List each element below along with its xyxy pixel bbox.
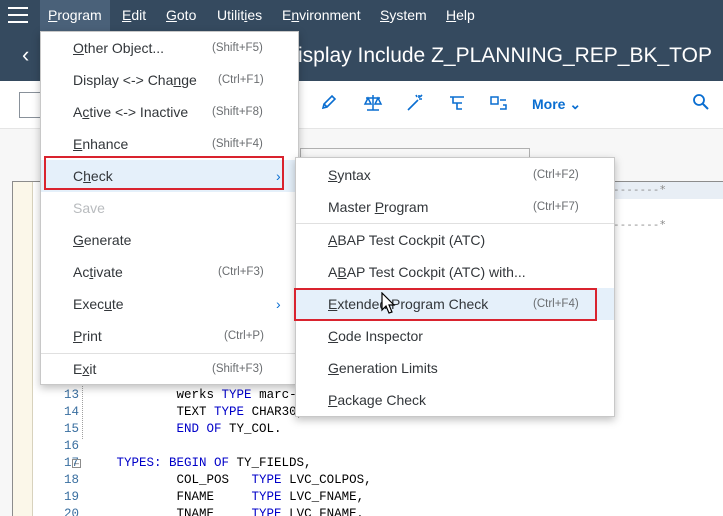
comment-dashes: -------*: [613, 218, 666, 231]
code-line: 19 FNAME TYPE LVC_FNAME,: [63, 490, 365, 504]
menu-item-save: Save: [73, 200, 105, 216]
search-icon[interactable]: [692, 93, 712, 113]
menu-item-atc[interactable]: ABAP Test Cockpit (ATC): [296, 224, 614, 256]
check-submenu: Syntax (Ctrl+F2) Master Program (Ctrl+F7…: [295, 157, 615, 417]
code-line: 16: [63, 439, 79, 453]
code-line: 14 TEXT TYPE CHAR30,: [63, 405, 305, 419]
code-line: 18 COL_POS TYPE LVC_COLPOS,: [63, 473, 372, 487]
menu-bar: Program Edit Goto Utilities Environment …: [0, 0, 723, 31]
balance-scale-icon[interactable]: [362, 93, 384, 115]
menu-item-generate[interactable]: Generate: [41, 224, 298, 256]
menu-item-other-object[interactable]: Other Object... (Shift+F5): [41, 32, 298, 64]
menu-item-execute[interactable]: Execute ›: [41, 288, 298, 320]
menu-utilities[interactable]: Utilities: [209, 0, 270, 31]
menu-program[interactable]: Program: [40, 0, 110, 31]
menu-item-generation-limits[interactable]: Generation Limits: [296, 352, 614, 384]
pencil-icon[interactable]: [318, 93, 340, 115]
menu-edit[interactable]: Edit: [114, 0, 154, 31]
menu-environment[interactable]: Environment: [274, 0, 369, 31]
code-line: 15 END OF TY_COL.: [63, 422, 282, 436]
display-object-list-icon[interactable]: [488, 93, 510, 115]
editor-gutter: [13, 182, 33, 516]
fold-toggle-icon[interactable]: –: [72, 459, 81, 468]
hierarchy-icon[interactable]: [446, 93, 468, 115]
page-title: isplay Include Z_PLANNING_REP_BK_TOP: [298, 44, 712, 67]
mouse-pointer-icon: [381, 292, 396, 314]
chevron-down-icon: ⌄: [569, 96, 582, 112]
menu-item-package-check[interactable]: Package Check: [296, 384, 614, 416]
menu-item-exit[interactable]: Exit (Shift+F3): [41, 353, 298, 385]
menu-item-active-inactive[interactable]: Active <-> Inactive (Shift+F8): [41, 96, 298, 128]
menu-help[interactable]: Help: [438, 0, 483, 31]
menu-item-syntax[interactable]: Syntax (Ctrl+F2): [296, 159, 614, 191]
extended-check-highlight-box: [294, 288, 597, 321]
menu-item-display-change[interactable]: Display <-> Change (Ctrl+F1): [41, 64, 298, 96]
menu-item-master-program[interactable]: Master Program (Ctrl+F7): [296, 191, 614, 223]
menu-goto[interactable]: Goto: [158, 0, 204, 31]
menu-item-activate[interactable]: Activate (Ctrl+F3): [41, 256, 298, 288]
menu-item-print[interactable]: Print (Ctrl+P): [41, 320, 298, 352]
check-highlight-box: [44, 156, 284, 190]
chevron-right-icon: ›: [276, 296, 281, 312]
more-button[interactable]: More ⌄: [532, 94, 581, 114]
menu-item-atc-with[interactable]: ABAP Test Cockpit (ATC) with...: [296, 256, 614, 288]
program-menu: Other Object... (Shift+F5) Display <-> C…: [40, 31, 299, 385]
back-chevron-icon[interactable]: ‹: [22, 43, 29, 67]
magic-wand-icon[interactable]: [404, 93, 426, 115]
comment-dashes: -------*: [613, 183, 666, 196]
hamburger-menu-icon[interactable]: [8, 7, 28, 25]
menu-system[interactable]: System: [372, 0, 435, 31]
code-line: 20 TNAME TYPE LVC_FNAME,: [63, 507, 365, 516]
menu-item-code-inspector[interactable]: Code Inspector: [296, 320, 614, 352]
